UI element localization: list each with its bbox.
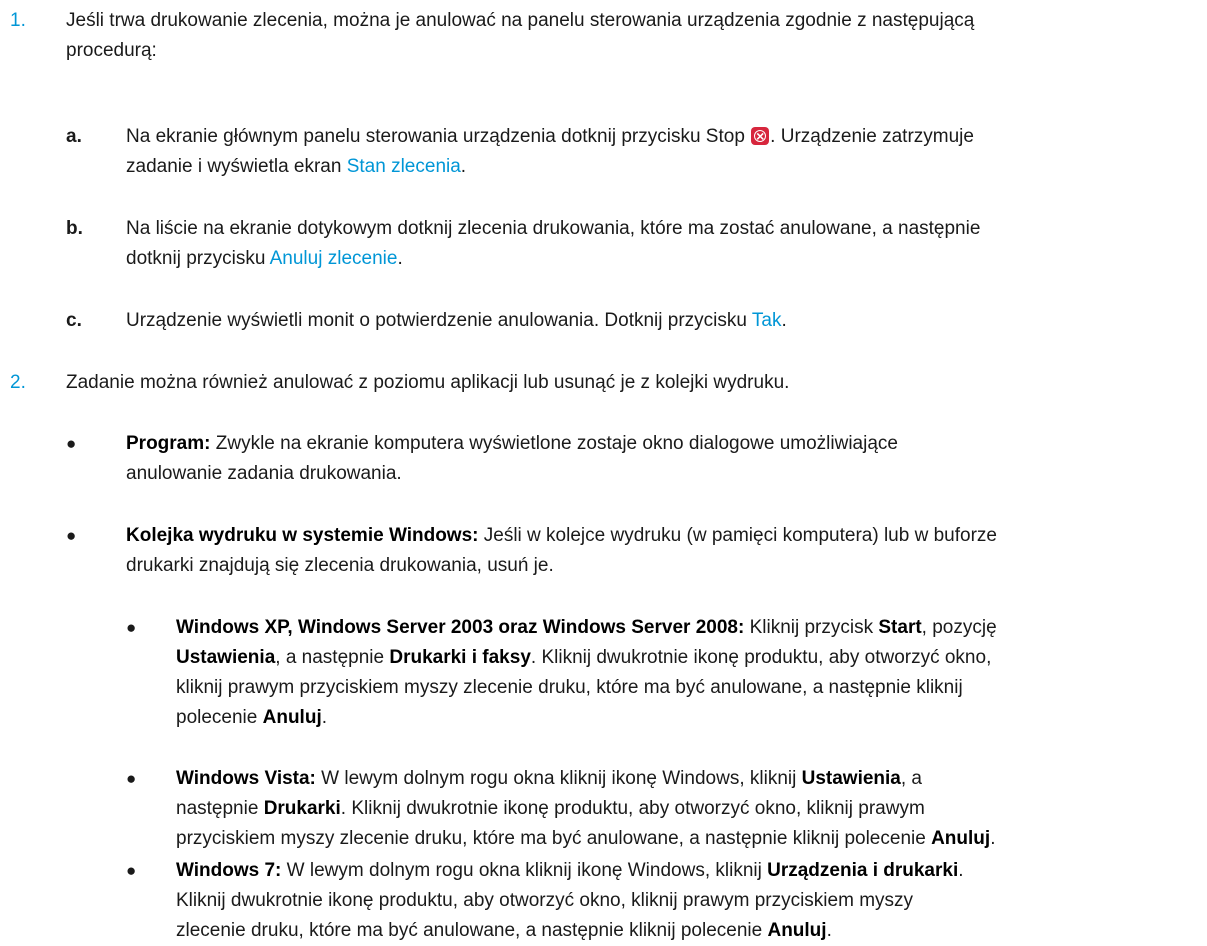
substep-label: b.: [66, 218, 83, 239]
bullet-icon: ●: [126, 861, 137, 880]
substep-label: a.: [66, 126, 82, 147]
document-page: 1. Jeśli trwa drukowanie zlecenia, można…: [0, 0, 1207, 941]
step-number: 2.: [10, 372, 26, 393]
stan-zlecenia-link[interactable]: Stan zlecenia: [347, 156, 461, 177]
step-number: 1.: [10, 10, 26, 31]
stop-icon: [751, 121, 770, 151]
substep-label: c.: [66, 310, 82, 331]
bullet-icon: ●: [66, 526, 77, 545]
anuluj-zlecenie-link[interactable]: Anuluj zlecenie: [270, 248, 398, 269]
step-1-text: Jeśli trwa drukowanie zlecenia, można je…: [66, 10, 975, 61]
bullet-icon: ●: [66, 434, 77, 453]
bullet-icon: ●: [126, 769, 137, 788]
bullet-icon: ●: [126, 618, 137, 637]
tak-link[interactable]: Tak: [752, 310, 782, 331]
